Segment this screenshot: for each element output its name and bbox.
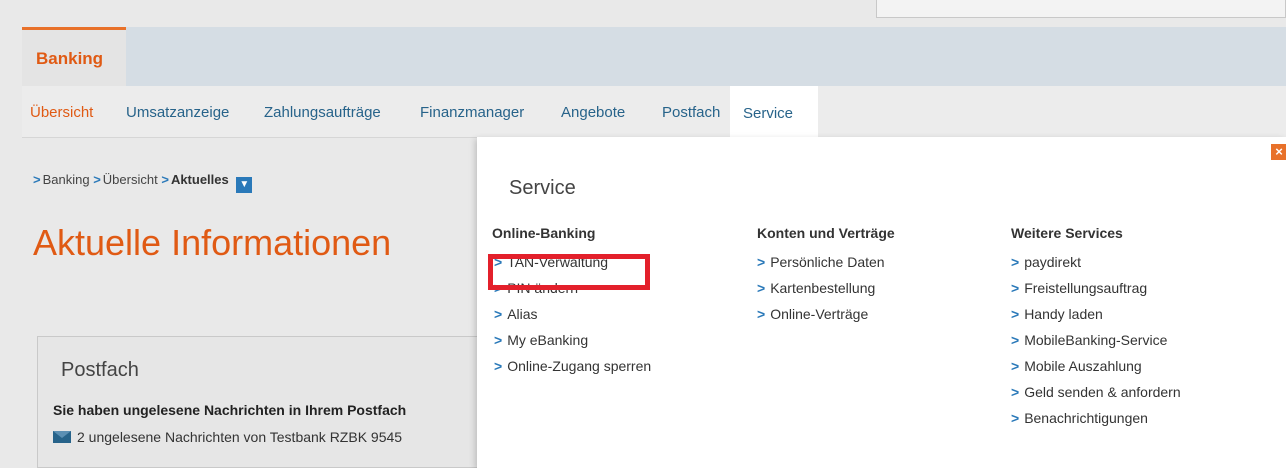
postfach-box: Postfach Sie haben ungelesene Nachrichte… [37, 336, 507, 468]
highlight-annotation [488, 254, 650, 290]
subnav-uebersicht[interactable]: Übersicht [30, 104, 93, 121]
chevron-right-icon: > [757, 306, 766, 322]
close-icon[interactable]: × [1271, 144, 1286, 160]
chevron-right-icon: > [1011, 410, 1020, 426]
page-title: Aktuelle Informationen [33, 222, 392, 263]
chevron-right-icon: > [494, 332, 503, 348]
search-box-edge[interactable] [876, 0, 1286, 18]
subnav-umsatzanzeige[interactable]: Umsatzanzeige [126, 104, 229, 121]
chevron-right-icon: > [1011, 306, 1020, 322]
subnav-zahlungsauftraege[interactable]: Zahlungsaufträge [264, 104, 381, 121]
postfach-message-text[interactable]: 2 ungelesene Nachrichten von Testbank RZ… [77, 429, 402, 445]
chevron-right-icon: > [1011, 384, 1020, 400]
chevron-right-icon: > [757, 254, 766, 270]
service-panel-title: Service [509, 177, 576, 199]
sub-navigation: Übersicht Umsatzanzeige Zahlungsaufträge… [22, 86, 1286, 139]
main-nav-bar: Banking [22, 27, 1286, 86]
column-heading: Weitere Services [1011, 225, 1123, 241]
menu-item-label[interactable]: MobileBanking-Service [1024, 332, 1167, 348]
chevron-right-icon: > [1011, 332, 1020, 348]
envelope-icon [53, 431, 71, 443]
chevron-right-icon: > [1011, 358, 1020, 374]
menu-item-label[interactable]: Online-Verträge [770, 306, 868, 322]
chevron-right-icon: > [494, 358, 503, 374]
menu-item-label[interactable]: My eBanking [507, 332, 588, 348]
menu-item-online-zugang-sperren[interactable]: > Online-Zugang sperren [494, 358, 651, 384]
menu-item-handy-laden[interactable]: > Handy laden [1011, 306, 1181, 332]
chevron-right-icon: > [1011, 280, 1020, 296]
chevron-right-icon: > [33, 172, 41, 187]
column-online-banking: Online-Banking > TAN-Verwaltung > PIN ände… [492, 225, 651, 384]
menu-item-online-vertraege[interactable]: > Online-Verträge [757, 306, 895, 332]
subnav-service[interactable]: Service [730, 86, 818, 139]
chevron-down-icon[interactable]: ▼ [236, 177, 253, 193]
breadcrumb-aktuelles: Aktuelles [170, 172, 229, 187]
postfach-notice: Sie haben ungelesene Nachrichten in Ihre… [53, 402, 407, 418]
subnav-postfach[interactable]: Postfach [662, 104, 720, 121]
menu-item-label[interactable]: Benachrichtigungen [1024, 410, 1148, 426]
menu-item-label[interactable]: Freistellungsauftrag [1024, 280, 1147, 296]
menu-item-label[interactable]: Handy laden [1024, 306, 1103, 322]
menu-item-paydirekt[interactable]: > paydirekt [1011, 254, 1181, 280]
breadcrumb-banking[interactable]: Banking [43, 172, 90, 187]
subnav-angebote[interactable]: Angebote [561, 104, 625, 121]
menu-item-persoenliche-daten[interactable]: > Persönliche Daten [757, 254, 895, 280]
tab-banking[interactable]: Banking [22, 27, 126, 86]
menu-item-label[interactable]: Persönliche Daten [770, 254, 884, 270]
menu-item-alias[interactable]: > Alias [494, 306, 651, 332]
menu-item-label[interactable]: Alias [507, 306, 537, 322]
menu-item-mobilebanking-service[interactable]: > MobileBanking-Service [1011, 332, 1181, 358]
menu-item-kartenbestellung[interactable]: > Kartenbestellung [757, 280, 895, 306]
column-heading: Konten und Verträge [757, 225, 895, 241]
chevron-right-icon: > [161, 172, 169, 187]
column-heading: Online-Banking [492, 225, 596, 241]
menu-item-benachrichtigungen[interactable]: > Benachrichtigungen [1011, 410, 1181, 436]
menu-item-geld-senden-anfordern[interactable]: > Geld senden & anfordern [1011, 384, 1181, 410]
chevron-right-icon: > [757, 280, 766, 296]
postfach-message-link[interactable]: 2 ungelesene Nachrichten von Testbank RZ… [53, 429, 402, 445]
postfach-heading: Postfach [61, 359, 139, 381]
chevron-right-icon: > [494, 306, 503, 322]
column-konten-und-vertraege: Konten und Verträge > Persönliche Daten >… [757, 225, 895, 332]
menu-item-freistellungsauftrag[interactable]: > Freistellungsauftrag [1011, 280, 1181, 306]
menu-item-mobile-auszahlung[interactable]: > Mobile Auszahlung [1011, 358, 1181, 384]
breadcrumb-uebersicht[interactable]: Übersicht [103, 172, 158, 187]
menu-item-label[interactable]: Online-Zugang sperren [507, 358, 651, 374]
chevron-right-icon: > [1011, 254, 1020, 270]
chevron-right-icon: > [93, 172, 101, 187]
service-dropdown-panel: × Service Online-Banking > TAN-Verwaltung… [477, 137, 1286, 468]
menu-item-my-ebanking[interactable]: > My eBanking [494, 332, 651, 358]
menu-item-label[interactable]: Kartenbestellung [770, 280, 875, 296]
breadcrumb: > Banking > Übersicht > Aktuelles ▼ [33, 172, 253, 193]
column-weitere-services: Weitere Services > paydirekt > Freistellun… [1011, 225, 1181, 436]
menu-item-label[interactable]: Geld senden & anfordern [1024, 384, 1180, 400]
menu-item-label[interactable]: paydirekt [1024, 254, 1081, 270]
menu-item-label[interactable]: Mobile Auszahlung [1024, 358, 1142, 374]
subnav-finanzmanager[interactable]: Finanzmanager [420, 104, 524, 121]
